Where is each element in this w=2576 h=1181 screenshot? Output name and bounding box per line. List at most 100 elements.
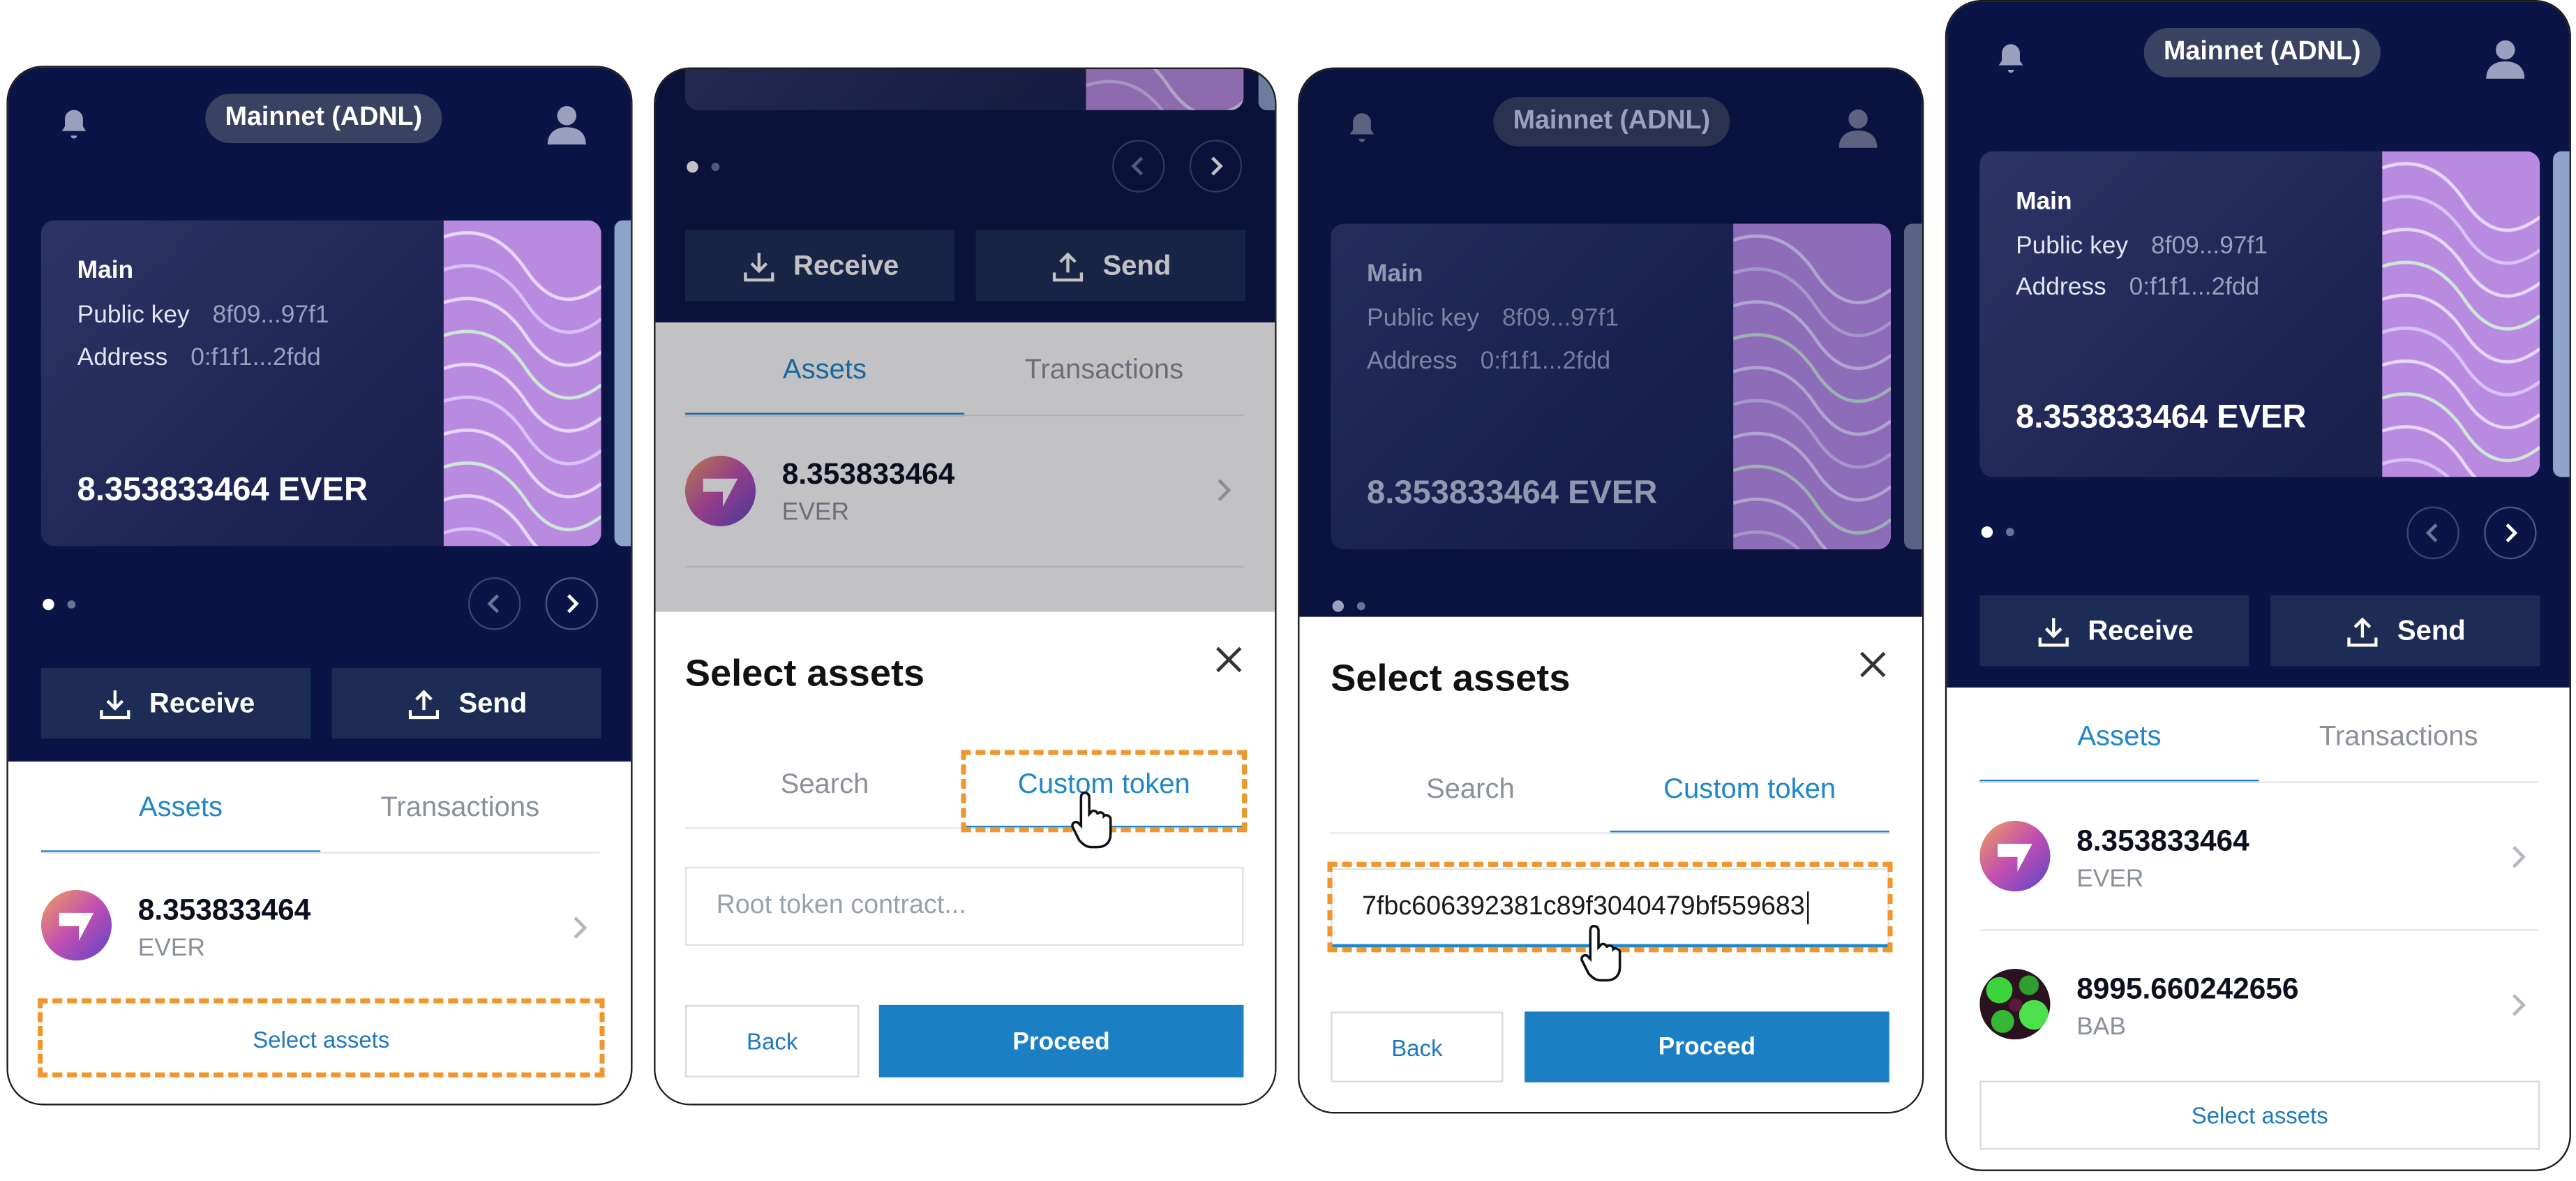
account-card[interactable]: Main Public key 8f09...97f1 Address 0:f1f1… xyxy=(40,220,601,547)
tab-assets[interactable]: Assets xyxy=(41,791,320,824)
next-card-peek xyxy=(1903,223,1922,550)
card-balance: 8.353833464 EVER xyxy=(2016,399,2307,436)
pager-dot-active[interactable] xyxy=(43,598,54,611)
wallet-panel-3: Mainnet (ADNL) Main Public key 8f09...97f… xyxy=(1298,67,1924,1114)
send-label: Send xyxy=(2397,614,2466,646)
card-account-name: Main xyxy=(2016,187,2072,216)
prev-card-button[interactable] xyxy=(468,577,521,630)
wallet-header: Mainnet (ADNL) Main Public key 8f09...97f… xyxy=(8,67,631,762)
tab-search[interactable]: Search xyxy=(1331,773,1610,806)
select-assets-sheet: Select assets Search Custom token 7fbc60… xyxy=(1299,616,1922,1112)
card-account-name: Main xyxy=(77,256,134,285)
receive-button[interactable]: Receive xyxy=(40,667,311,739)
proceed-button[interactable]: Proceed xyxy=(878,1004,1244,1078)
asset-symbol: EVER xyxy=(2076,865,2144,893)
tab-transactions[interactable]: Transactions xyxy=(2259,720,2538,753)
send-button[interactable]: Send xyxy=(331,667,601,739)
close-icon[interactable] xyxy=(1858,650,1887,679)
send-button[interactable]: Send xyxy=(2270,595,2540,667)
account-icon[interactable] xyxy=(2483,34,2529,80)
asset-symbol: BAB xyxy=(2076,1013,2126,1041)
tabs-divider xyxy=(1331,832,1889,834)
upload-icon xyxy=(2347,616,2379,646)
network-selector[interactable]: Mainnet (ADNL) xyxy=(2143,28,2381,77)
pager-dot[interactable] xyxy=(2005,528,2014,537)
sheet-title: Select assets xyxy=(684,651,925,695)
row-divider xyxy=(1979,929,2538,931)
wallet-panel-1: Mainnet (ADNL) Main Public key 8f09...97f… xyxy=(6,66,633,1106)
tab-search[interactable]: Search xyxy=(685,768,964,801)
send-label: Send xyxy=(458,686,527,718)
chevron-right-icon xyxy=(2512,845,2526,868)
close-icon[interactable] xyxy=(1214,645,1243,674)
receive-button[interactable]: Receive xyxy=(1979,595,2249,667)
card-artwork xyxy=(443,220,601,547)
sheet-title: Select assets xyxy=(1331,656,1571,699)
asset-symbol: EVER xyxy=(137,934,205,963)
chevron-right-icon xyxy=(567,594,579,614)
card-artwork xyxy=(2382,151,2540,477)
tabs-divider xyxy=(1979,781,2538,783)
bell-icon[interactable] xyxy=(56,107,92,143)
next-card-button[interactable] xyxy=(545,577,599,630)
next-card-peek[interactable] xyxy=(614,220,631,547)
card-public-key: Public key 8f09...97f1 xyxy=(77,301,329,329)
highlight-select-assets xyxy=(38,998,605,1078)
account-card[interactable]: Main Public key 8f09...97f1 Address 0:f1f1… xyxy=(1979,151,2540,477)
back-button[interactable]: Back xyxy=(1331,1011,1504,1083)
receive-label: Receive xyxy=(2088,614,2194,646)
wallet-header: Mainnet (ADNL) Main Public key 8f09...97f… xyxy=(1947,1,2570,688)
bab-token-icon xyxy=(1979,968,2051,1040)
asset-amount: 8995.660242656 xyxy=(2076,972,2299,1005)
next-card-button[interactable] xyxy=(2484,506,2537,560)
tabs-divider xyxy=(40,852,600,854)
card-address: Address 0:f1f1...2fdd xyxy=(2016,273,2260,302)
tab-assets[interactable]: Assets xyxy=(1979,720,2259,753)
wallet-panel-4: Mainnet (ADNL) Main Public key 8f09...97f… xyxy=(1945,0,2571,1171)
hand-cursor-icon xyxy=(1580,924,1622,982)
card-address: Address 0:f1f1...2fdd xyxy=(1367,347,1611,376)
select-assets-button[interactable]: Select assets xyxy=(1979,1080,2540,1150)
account-icon xyxy=(1839,109,1878,148)
pager-dot-active[interactable] xyxy=(1981,526,1993,538)
prev-card-button[interactable] xyxy=(2406,506,2459,560)
chevron-right-icon xyxy=(574,916,587,939)
bell-icon xyxy=(1349,113,1375,142)
wallet-header: Mainnet (ADNL) Main Public key 8f09...97f… xyxy=(1299,68,1922,619)
upload-icon xyxy=(409,689,440,719)
pager-dot[interactable] xyxy=(67,600,76,609)
select-assets-sheet: Select assets Search Custom token Root t… xyxy=(655,611,1275,1104)
card-account-name: Main xyxy=(1367,260,1423,288)
network-selector[interactable]: Mainnet (ADNL) xyxy=(205,94,442,144)
next-card-peek[interactable] xyxy=(2553,151,2570,477)
pager-dot xyxy=(1356,602,1365,611)
chevron-left-icon xyxy=(2425,523,2438,542)
card-public-key: Public key 8f09...97f1 xyxy=(1367,304,1619,333)
hand-cursor-icon xyxy=(1071,792,1112,849)
bell-icon[interactable] xyxy=(1993,41,2029,77)
wallet-panel-2: Receive Send Assets Transactions 8.35383… xyxy=(654,67,1277,1106)
download-icon xyxy=(2038,617,2069,646)
tab-transactions[interactable]: Transactions xyxy=(320,791,599,824)
account-icon[interactable] xyxy=(544,101,590,147)
card-balance: 8.353833464 EVER xyxy=(1367,475,1658,512)
network-selector: Mainnet (ADNL) xyxy=(1493,97,1730,147)
download-icon xyxy=(99,689,130,719)
chevron-right-icon xyxy=(2506,523,2518,542)
pager-dot-active xyxy=(1332,600,1345,612)
tab-custom-token[interactable]: Custom token xyxy=(1610,773,1889,806)
account-card: Main Public key 8f09...97f1 Address 0:f1f1… xyxy=(1331,223,1892,550)
card-balance: 8.353833464 EVER xyxy=(77,472,368,509)
ever-token-icon xyxy=(40,889,112,961)
chevron-right-icon xyxy=(2512,994,2526,1016)
modal-backdrop[interactable] xyxy=(655,68,1275,612)
root-token-contract-input[interactable]: Root token contract... xyxy=(684,866,1244,946)
asset-amount: 8.353833464 xyxy=(137,893,311,926)
ever-token-icon xyxy=(1979,820,2051,892)
chevron-left-icon xyxy=(487,594,500,614)
asset-amount: 8.353833464 xyxy=(2076,824,2249,857)
proceed-button[interactable]: Proceed xyxy=(1525,1011,1889,1083)
card-public-key: Public key 8f09...97f1 xyxy=(2016,232,2268,260)
back-button[interactable]: Back xyxy=(684,1004,860,1078)
card-address: Address 0:f1f1...2fdd xyxy=(77,343,321,372)
